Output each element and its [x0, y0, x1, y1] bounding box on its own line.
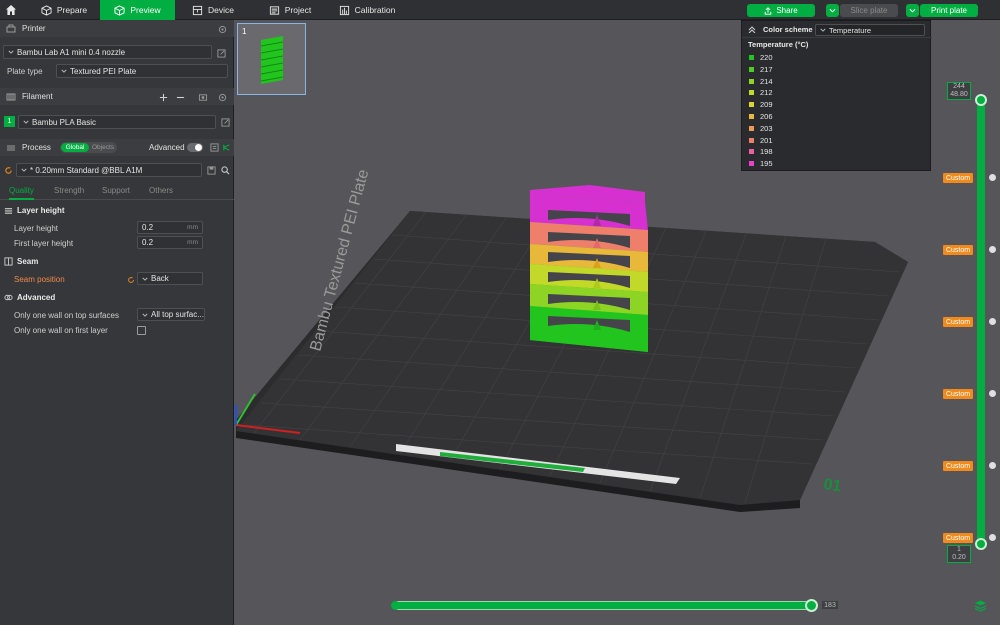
legend-swatch: [749, 78, 754, 84]
custom-marker-dot[interactable]: [989, 318, 996, 325]
legend-item: 201: [749, 136, 773, 145]
legend-swatch: [749, 125, 754, 131]
move-slider-start: [391, 601, 400, 610]
legend-item: 195: [749, 159, 773, 168]
custom-gcode-tag[interactable]: Custom: [943, 389, 973, 399]
move-slider-handle[interactable]: [805, 599, 818, 612]
legend-swatch: [749, 114, 754, 119]
legend-swatch: [749, 55, 754, 60]
legend-swatch: [749, 161, 754, 167]
legend-item: 214: [749, 77, 773, 86]
layer-slider-track[interactable]: [977, 98, 985, 546]
top-layer-number: 244: [953, 83, 965, 90]
layer-slider-top-handle[interactable]: [975, 94, 987, 106]
custom-gcode-tag[interactable]: Custom: [943, 173, 973, 183]
custom-gcode-tag[interactable]: Custom: [943, 245, 973, 255]
legend-title: Temperature (°C): [748, 40, 809, 49]
custom-marker-dot[interactable]: [989, 246, 996, 253]
color-scheme-select[interactable]: Temperature: [815, 24, 925, 36]
top-layer-height: 48.80: [950, 91, 968, 98]
legend-item: 220: [749, 53, 773, 62]
legend-value: 220: [760, 53, 773, 62]
legend-header: Color scheme Temperature: [742, 21, 932, 38]
custom-marker-dot[interactable]: [989, 462, 996, 469]
legend-swatch: [749, 149, 754, 155]
legend-value: 201: [760, 135, 773, 145]
model-thumbnail-icon: [260, 36, 284, 84]
legend-value: 206: [760, 112, 773, 121]
legend-value: 209: [760, 100, 773, 110]
bottom-layer-height: 0.20: [952, 554, 966, 561]
plate-number: 01: [822, 476, 842, 495]
plate-thumbnail-number: 1: [242, 27, 247, 36]
color-legend: Color scheme Temperature Temperature (°C…: [741, 20, 932, 171]
legend-swatch: [749, 102, 754, 108]
top-layer-readout: 244 48.80: [947, 82, 971, 100]
legend-swatch: [749, 66, 754, 72]
legend-swatch: [749, 137, 754, 143]
legend-value: 217: [760, 64, 773, 74]
legend-value: 195: [760, 159, 773, 169]
move-slider-track[interactable]: [393, 601, 817, 610]
move-slider-value: 183: [821, 600, 839, 610]
legend-item: 212: [749, 88, 773, 97]
custom-marker-dot[interactable]: [989, 174, 996, 181]
legend-value: 212: [760, 88, 773, 98]
legend-item: 203: [749, 124, 773, 133]
custom-marker-dot[interactable]: [989, 534, 996, 541]
custom-gcode-tag[interactable]: Custom: [943, 461, 973, 471]
custom-marker-dot[interactable]: [989, 390, 996, 397]
custom-gcode-tag[interactable]: Custom: [943, 533, 973, 543]
legend-item: 209: [749, 100, 773, 109]
legend-value: 198: [760, 147, 773, 157]
legend-item: 198: [749, 147, 773, 156]
sliced-model: [530, 185, 648, 352]
legend-swatch: [749, 90, 754, 96]
collapse-icon[interactable]: [748, 26, 756, 33]
chevron-down-icon: [820, 28, 826, 32]
layers-stack-icon[interactable]: [974, 599, 987, 612]
plate-thumbnail[interactable]: 1: [237, 23, 306, 95]
bottom-layer-number: 1: [957, 546, 961, 553]
color-scheme-value: Temperature: [829, 25, 872, 35]
legend-item: 206: [749, 112, 773, 121]
layer-slider-bottom-handle[interactable]: [975, 538, 987, 550]
bottom-layer-readout: 1 0.20: [947, 545, 971, 563]
legend-item: 217: [749, 65, 773, 74]
custom-gcode-tag[interactable]: Custom: [943, 317, 973, 327]
legend-value: 214: [760, 76, 773, 86]
legend-value: 203: [760, 123, 773, 133]
color-scheme-label: Color scheme: [763, 25, 813, 34]
